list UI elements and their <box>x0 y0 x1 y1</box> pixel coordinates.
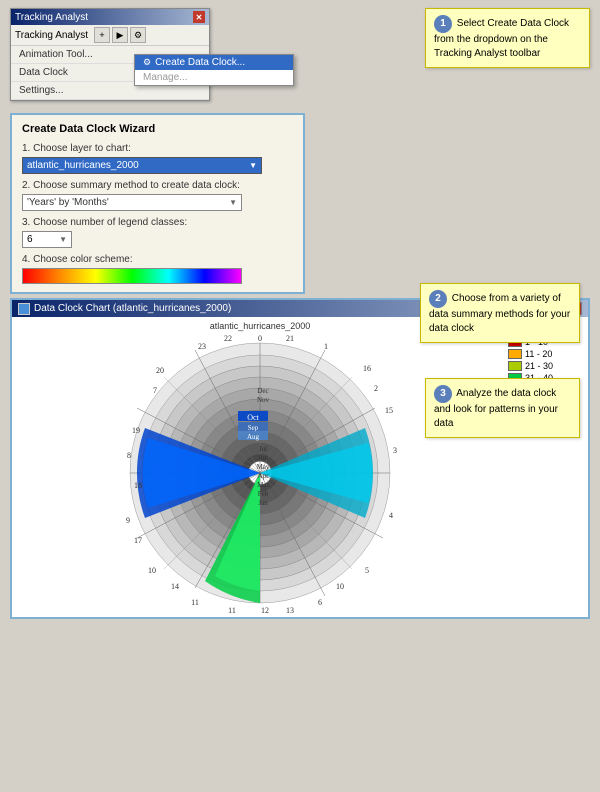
svg-text:Jul: Jul <box>259 445 267 453</box>
svg-text:13: 13 <box>286 606 294 613</box>
create-icon: ⚙ <box>143 57 151 68</box>
summary-select[interactable]: 'Years' by 'Months' ▼ <box>22 194 242 211</box>
svg-text:Jun: Jun <box>258 454 268 462</box>
svg-text:23: 23 <box>198 342 206 351</box>
tracking-subtitle: Tracking Analyst <box>15 30 88 41</box>
svg-text:10: 10 <box>336 582 344 591</box>
step1-label: 1. Choose layer to chart: <box>22 143 293 154</box>
play-button[interactable]: ▶ <box>112 27 128 43</box>
svg-text:22: 22 <box>224 334 232 343</box>
legend-area: 0 1 - 10 11 - 20 21 - 30 31 - 40 <box>504 321 584 613</box>
svg-text:14: 14 <box>171 582 179 591</box>
svg-text:10: 10 <box>148 566 156 575</box>
svg-text:9: 9 <box>126 516 130 525</box>
legend-label-2: 11 - 20 <box>525 349 552 359</box>
toolbar-section: Tracking Analyst ✕ Tracking Analyst + ▶ … <box>0 0 600 109</box>
svg-text:Sep: Sep <box>248 424 259 432</box>
legend-label-3: 21 - 30 <box>525 361 553 371</box>
badge-1: 1 <box>434 15 452 33</box>
chart-window: Data Clock Chart (atlantic_hurricanes_20… <box>10 298 590 619</box>
classes-arrow-icon: ▼ <box>59 235 67 244</box>
dataset-label: atlantic_hurricanes_2000 <box>210 321 311 331</box>
svg-text:17: 17 <box>134 536 142 545</box>
legend-color-3 <box>508 361 522 371</box>
svg-text:12: 12 <box>261 606 269 613</box>
dropdown-menu: ⚙ Create Data Clock... Manage... <box>134 54 294 86</box>
svg-text:Aug: Aug <box>247 433 260 441</box>
color-scheme-bar[interactable] <box>22 268 242 284</box>
summary-arrow-icon: ▼ <box>229 198 237 207</box>
close-button[interactable]: ✕ <box>193 11 205 23</box>
step2-label: 2. Choose summary method to create data … <box>22 180 293 191</box>
legend-item-2: 11 - 20 <box>508 349 580 359</box>
svg-text:1: 1 <box>324 342 328 351</box>
create-dataclock-item[interactable]: ⚙ Create Data Clock... <box>135 55 293 70</box>
tracking-toolbar-row: Tracking Analyst + ▶ ⚙ <box>11 25 209 46</box>
tracking-title: Tracking Analyst <box>15 12 88 23</box>
svg-text:19: 19 <box>132 426 140 435</box>
chart-content: atlantic_hurricanes_2000 <box>12 317 588 617</box>
legend-item-3: 21 - 30 <box>508 361 580 371</box>
svg-text:15: 15 <box>385 406 393 415</box>
create-label: Create Data Clock... <box>155 57 245 68</box>
chart-title: Data Clock Chart (atlantic_hurricanes_20… <box>34 303 231 314</box>
svg-text:0: 0 <box>258 334 262 343</box>
wizard-section: Create Data Clock Wizard 1. Choose layer… <box>10 113 590 294</box>
svg-text:21: 21 <box>286 334 294 343</box>
legend-color-2 <box>508 349 522 359</box>
clock-container: Oct Sep Aug Dec Nov Jul Jun May Apr <box>120 333 400 613</box>
legend-classes-select[interactable]: 6 ▼ <box>22 231 72 248</box>
callout-1-text: Select Create Data Clock from the dropdo… <box>434 18 569 59</box>
svg-text:4: 4 <box>389 511 393 520</box>
svg-text:8: 8 <box>127 451 131 460</box>
svg-text:6: 6 <box>318 598 322 607</box>
layer-select[interactable]: atlantic_hurricanes_2000 ▼ <box>22 157 262 174</box>
svg-text:Feb: Feb <box>258 490 269 498</box>
chart-section: Data Clock Chart (atlantic_hurricanes_20… <box>10 298 590 619</box>
dataclock-label: Data Clock <box>19 67 68 78</box>
svg-text:Mar: Mar <box>257 481 269 489</box>
svg-text:5: 5 <box>365 566 369 575</box>
step4-label: 4. Choose color scheme: <box>22 254 293 265</box>
svg-text:3: 3 <box>393 446 397 455</box>
layer-arrow-icon: ▼ <box>249 161 257 170</box>
clock-svg: Oct Sep Aug Dec Nov Jul Jun May Apr <box>120 333 400 613</box>
badge-2: 2 <box>429 290 447 308</box>
tracking-titlebar: Tracking Analyst ✕ <box>11 9 209 25</box>
gear-button[interactable]: ⚙ <box>130 27 146 43</box>
svg-text:May: May <box>257 463 270 471</box>
step3-label: 3. Choose number of legend classes: <box>22 217 293 228</box>
layer-value: atlantic_hurricanes_2000 <box>27 160 139 171</box>
wizard-window: Create Data Clock Wizard 1. Choose layer… <box>10 113 305 294</box>
svg-text:Apr: Apr <box>258 472 270 480</box>
svg-text:7: 7 <box>153 386 157 395</box>
svg-text:11: 11 <box>191 598 199 607</box>
svg-text:16: 16 <box>363 364 371 373</box>
callout-1: 1 Select Create Data Clock from the drop… <box>425 8 590 68</box>
chart-title-container: Data Clock Chart (atlantic_hurricanes_20… <box>18 303 231 315</box>
wizard-title: Create Data Clock Wizard <box>22 123 293 135</box>
chart-area: atlantic_hurricanes_2000 <box>16 321 504 613</box>
svg-text:Nov: Nov <box>257 396 270 404</box>
plus-button[interactable]: + <box>94 27 110 43</box>
svg-text:20: 20 <box>156 366 164 375</box>
svg-text:Jan: Jan <box>258 499 268 507</box>
legend-classes-value: 6 <box>27 234 33 245</box>
svg-text:2: 2 <box>374 384 378 393</box>
manage-item[interactable]: Manage... <box>135 70 293 85</box>
svg-text:Oct: Oct <box>247 413 259 422</box>
svg-text:11: 11 <box>228 606 236 613</box>
svg-text:Dec: Dec <box>257 387 268 395</box>
svg-text:18: 18 <box>134 481 142 490</box>
chart-title-icon <box>18 303 30 315</box>
summary-value: 'Years' by 'Months' <box>27 197 109 208</box>
